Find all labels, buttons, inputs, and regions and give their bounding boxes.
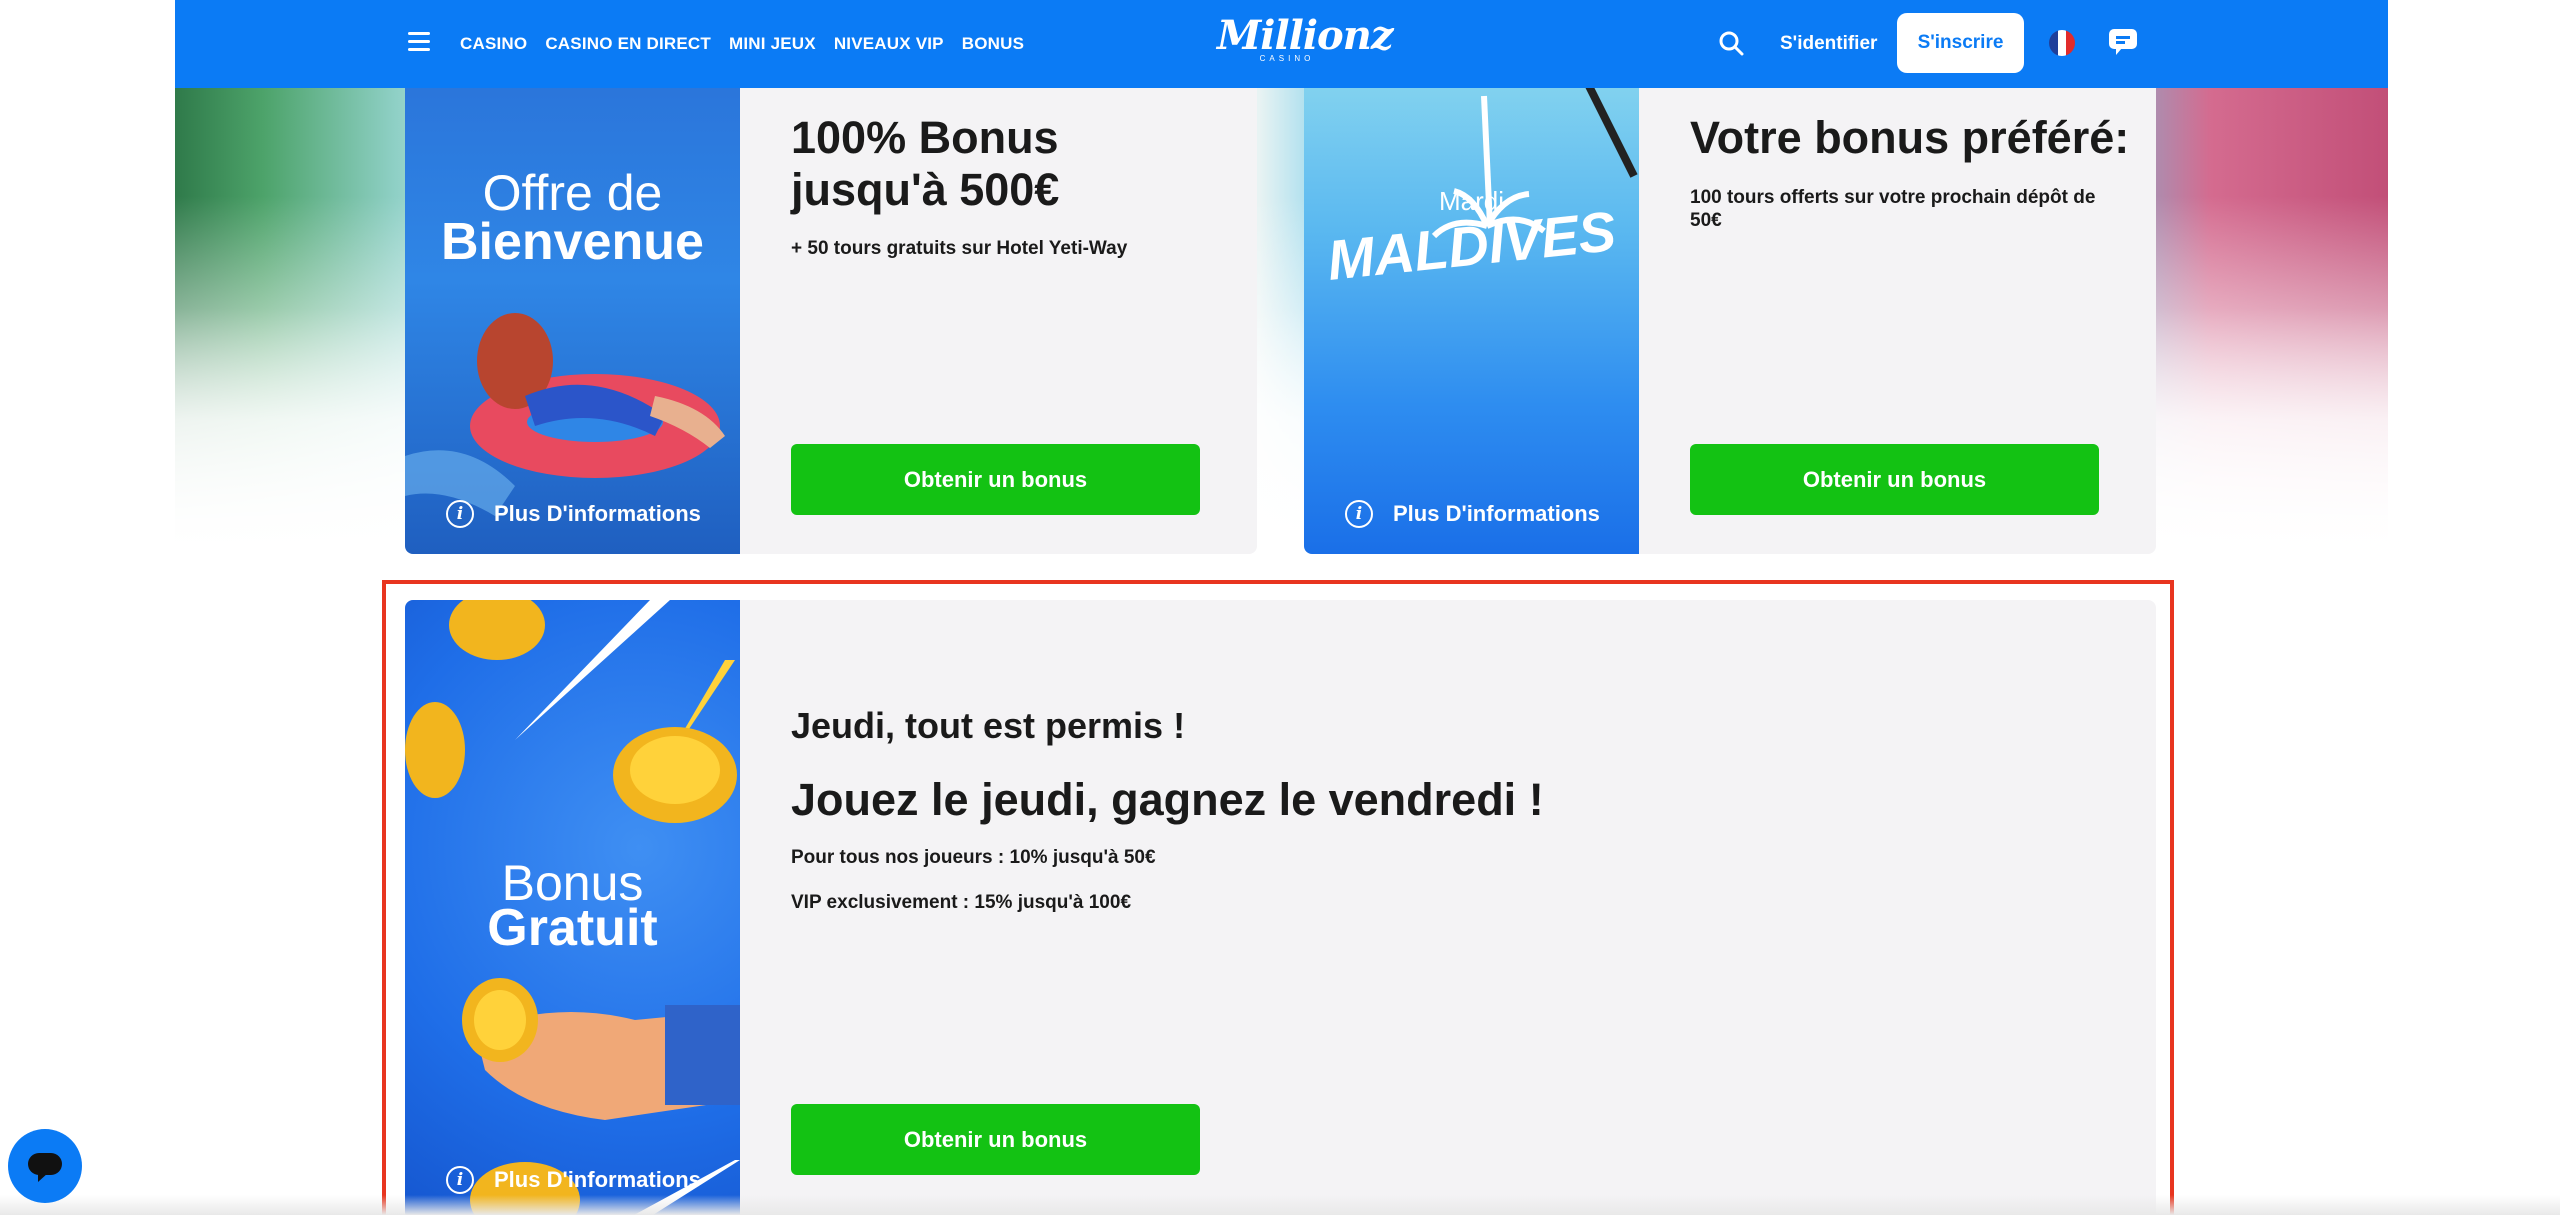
nav-mini-jeux[interactable]: MINI JEUX <box>729 34 816 54</box>
info-icon: i <box>446 500 474 528</box>
bonus-card-maldives: Mardi MALDIVES i Plus D'informations Vot… <box>1304 56 2156 554</box>
language-flag-icon[interactable] <box>2049 30 2075 56</box>
site-logo[interactable]: Millionz CASINO <box>1217 12 1394 74</box>
palm-illustration <box>1429 56 1638 239</box>
info-icon: i <box>1345 500 1373 528</box>
page: CASINO CASINO EN DIRECT MINI JEUX NIVEAU… <box>175 0 2388 1215</box>
mardi-maldives-image: Mardi MALDIVES i Plus D'informations <box>1304 56 1639 554</box>
login-link[interactable]: S'identifier <box>1780 0 1877 88</box>
highlight-frame <box>382 580 2174 1215</box>
card-title: Votre bonus préféré: <box>1690 112 2130 163</box>
card-title: 100% Bonus jusqu'à 500€ <box>791 112 1060 215</box>
more-info-label: Plus D'informations <box>1393 501 1600 526</box>
welcome-offer-image: Offre de Bienvenue i Plus D'informations <box>405 56 740 554</box>
get-bonus-button[interactable]: Obtenir un bonus <box>791 444 1200 515</box>
more-info-label: Plus D'informations <box>494 501 701 526</box>
swimmer-illustration <box>405 313 725 516</box>
nav-casino-en-direct[interactable]: CASINO EN DIRECT <box>545 34 711 54</box>
card-subtitle: + 50 tours gratuits sur Hotel Yeti-Way <box>791 238 1128 259</box>
signup-button[interactable]: S'inscrire <box>1897 13 2024 73</box>
bottom-shadow <box>0 1195 2560 1215</box>
chat-icon[interactable] <box>2108 28 2138 56</box>
nav-niveaux-vip[interactable]: NIVEAUX VIP <box>834 34 944 54</box>
welcome-offer-line2: Bienvenue <box>441 213 704 271</box>
bonus-card-welcome: Offre de Bienvenue i Plus D'informations… <box>405 56 1257 554</box>
more-info-link[interactable]: i Plus D'informations <box>446 500 701 528</box>
top-navbar: CASINO CASINO EN DIRECT MINI JEUX NIVEAU… <box>175 0 2388 88</box>
nav-bonus[interactable]: BONUS <box>962 34 1024 54</box>
logo-wordmark: Millionz <box>1217 12 1394 59</box>
welcome-offer-line1: Offre de <box>482 165 663 221</box>
chat-bubble-icon <box>28 1153 62 1182</box>
menu-icon[interactable] <box>408 32 430 52</box>
support-chat-button[interactable] <box>8 1129 82 1203</box>
nav-casino[interactable]: CASINO <box>460 34 527 54</box>
card-subtitle: 100 tours offerts sur votre prochain dép… <box>1690 187 2096 231</box>
search-icon[interactable] <box>1718 30 1744 56</box>
main-nav: CASINO CASINO EN DIRECT MINI JEUX NIVEAU… <box>460 0 1024 88</box>
more-info-link[interactable]: i Plus D'informations <box>1345 500 1600 528</box>
get-bonus-button[interactable]: Obtenir un bonus <box>1690 444 2099 515</box>
